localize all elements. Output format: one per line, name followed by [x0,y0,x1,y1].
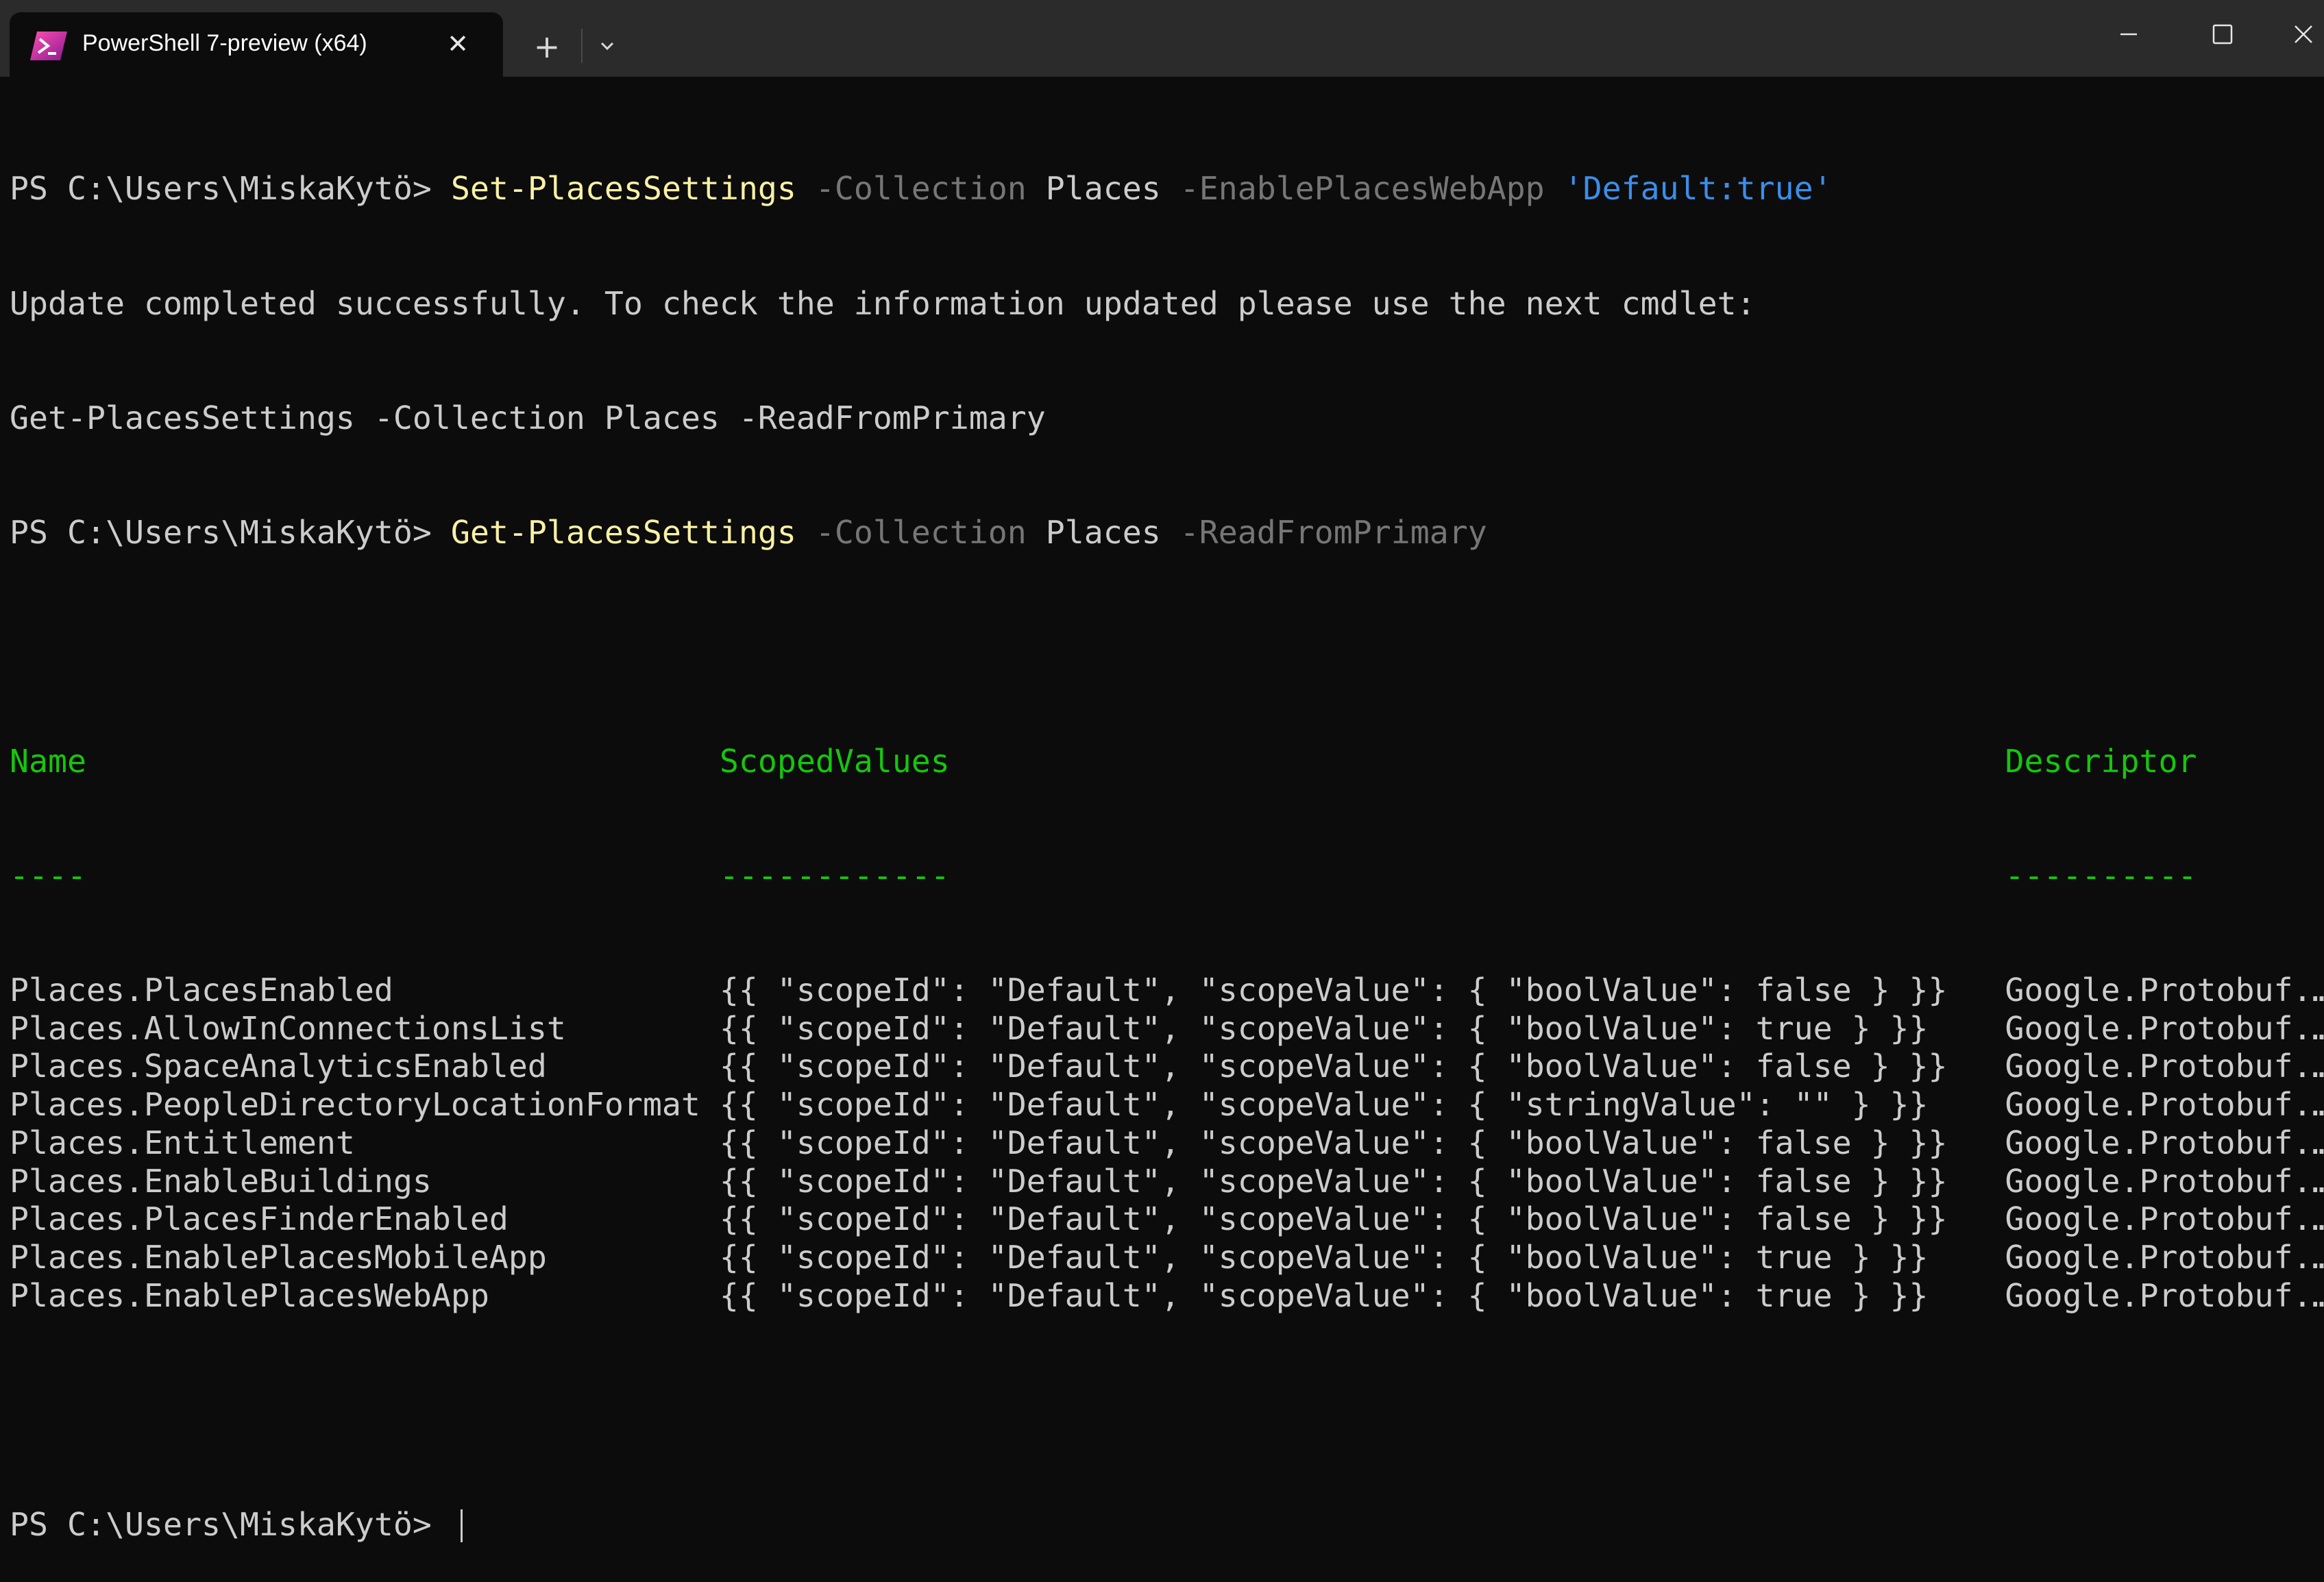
parameter: -Collection [815,170,1027,208]
close-window-icon[interactable] [2283,14,2324,55]
cell-descriptor: Google.Protobuf.… [2005,1238,2324,1276]
column-underline: ---- [10,856,86,894]
column-underline: ------------ [719,856,950,894]
cell-name: Places.EnableBuildings [10,1162,432,1200]
table-row: Places.PeopleDirectoryLocationFormat {{ … [10,1086,2324,1124]
prompt-line[interactable]: PS C:\Users\MiskaKytö> [10,1506,2319,1544]
cell-descriptor: Google.Protobuf.… [2005,1009,2324,1047]
cell-name: Places.EnablePlacesWebApp [10,1276,489,1314]
table-row: Places.AllowInConnectionsList {{ "scopeI… [10,1009,2324,1048]
cell-descriptor: Google.Protobuf.… [2005,1124,2324,1161]
cell-name: Places.PlacesEnabled [10,972,393,1009]
cell-scoped-values: {{ "scopeId": "Default", "scopeValue": {… [719,1200,1948,1238]
cell-scoped-values: {{ "scopeId": "Default", "scopeValue": {… [719,1162,1948,1200]
cell-name: Places.AllowInConnectionsList [10,1009,566,1047]
cmdlet-name: Set-PlacesSettings [450,170,796,208]
prompt: PS C:\Users\MiskaKytö> [10,513,451,551]
argument: Places [1045,513,1161,551]
prompt: PS C:\Users\MiskaKytö> [10,170,451,208]
tab-powershell[interactable]: PowerShell 7-preview (x64) ✕ [10,12,503,77]
table-row: Places.EnableBuildings {{ "scopeId": "De… [10,1162,2324,1201]
table-row: Places.PlacesEnabled {{ "scopeId": "Defa… [10,972,2324,1010]
cell-scoped-values: {{ "scopeId": "Default", "scopeValue": {… [719,1086,1929,1124]
cell-descriptor: Google.Protobuf.… [2005,1048,2324,1085]
column-underline: ---------- [2005,856,2197,894]
column-header: Name [10,742,86,780]
table-header: Name ScopedValues Descriptor [10,743,2319,781]
cell-name: Places.PeopleDirectoryLocationFormat [10,1086,700,1124]
column-header: Descriptor [2005,742,2197,780]
argument: Places [1045,170,1161,208]
cell-name: Places.EnablePlacesMobileApp [10,1238,547,1276]
terminal-output[interactable]: PS C:\Users\MiskaKytö> Set-PlacesSetting… [10,94,2324,1582]
table-underline: ---- ------------ ---------- [10,857,2319,895]
cell-descriptor: Google.Protobuf.… [2005,1200,2324,1238]
cell-descriptor: Google.Protobuf.… [2005,972,2324,1009]
parameter: -ReadFromPrimary [1179,513,1487,551]
command-line-1: PS C:\Users\MiskaKytö> Set-PlacesSetting… [10,170,2319,208]
cmdlet-name: Get-PlacesSettings [450,513,796,551]
cell-name: Places.Entitlement [10,1124,355,1161]
cell-name: Places.PlacesFinderEnabled [10,1200,509,1238]
plus-icon: + [533,28,561,65]
output-line: Update completed successfully. To check … [10,284,1756,322]
prompt: PS C:\Users\MiskaKytö> [10,1505,451,1543]
cell-descriptor: Google.Protobuf.… [2005,1276,2324,1314]
table-row: Places.Entitlement {{ "scopeId": "Defaul… [10,1124,2324,1163]
table-row: Places.SpaceAnalyticsEnabled {{ "scopeId… [10,1048,2324,1086]
maximize-icon[interactable] [2202,14,2243,55]
new-tab-button[interactable]: + [528,27,566,66]
parameter: -Collection [815,513,1027,551]
powershell-icon [30,32,67,60]
cell-name: Places.SpaceAnalyticsEnabled [10,1048,547,1085]
cell-scoped-values: {{ "scopeId": "Default", "scopeValue": {… [719,1009,1929,1047]
cell-scoped-values: {{ "scopeId": "Default", "scopeValue": {… [719,1238,1929,1276]
cell-descriptor: Google.Protobuf.… [2005,1086,2324,1124]
table-row: Places.EnablePlacesMobileApp {{ "scopeId… [10,1238,2324,1277]
close-icon[interactable]: ✕ [443,29,473,59]
cell-scoped-values: {{ "scopeId": "Default", "scopeValue": {… [719,1124,1948,1161]
chevron-down-icon[interactable] [591,30,624,63]
cell-scoped-values: {{ "scopeId": "Default", "scopeValue": {… [719,1276,1929,1314]
cell-scoped-values: {{ "scopeId": "Default", "scopeValue": {… [719,1048,1948,1085]
tab-title: PowerShell 7-preview (x64) [82,30,367,56]
minimize-icon[interactable] [2108,14,2149,55]
text-cursor [460,1509,463,1542]
output-line: Get-PlacesSettings -Collection Places -R… [10,399,1046,436]
table-row: Places.EnablePlacesWebApp {{ "scopeId": … [10,1276,2324,1315]
cell-descriptor: Google.Protobuf.… [2005,1162,2324,1200]
string-argument: 'Default:true' [1563,170,1833,208]
cell-scoped-values: {{ "scopeId": "Default", "scopeValue": {… [719,972,1948,1009]
title-bar: PowerShell 7-preview (x64) ✕ + [0,0,2324,77]
table-row: Places.PlacesFinderEnabled {{ "scopeId":… [10,1200,2324,1239]
column-header: ScopedValues [719,742,950,780]
tab-separator [581,29,583,63]
parameter: -EnablePlacesWebApp [1179,170,1545,208]
command-line-2: PS C:\Users\MiskaKytö> Get-PlacesSetting… [10,514,2319,552]
